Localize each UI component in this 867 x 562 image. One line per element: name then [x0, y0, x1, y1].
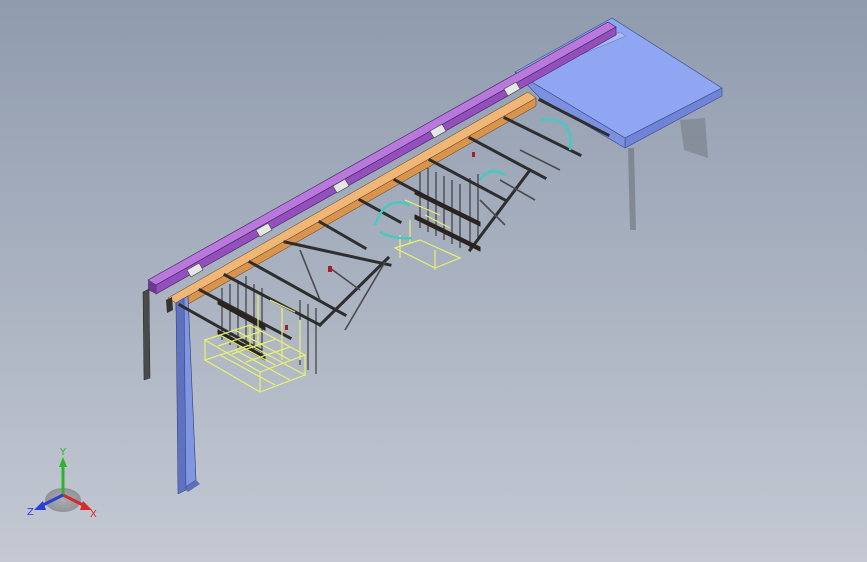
model-scene[interactable]: Y X Z [0, 0, 867, 562]
viewport-background [0, 0, 867, 562]
x-axis-label: X [90, 509, 97, 520]
cad-graphics-viewport[interactable]: Y X Z [0, 0, 867, 562]
y-axis-label: Y [59, 447, 67, 458]
z-axis-label: Z [27, 507, 34, 518]
